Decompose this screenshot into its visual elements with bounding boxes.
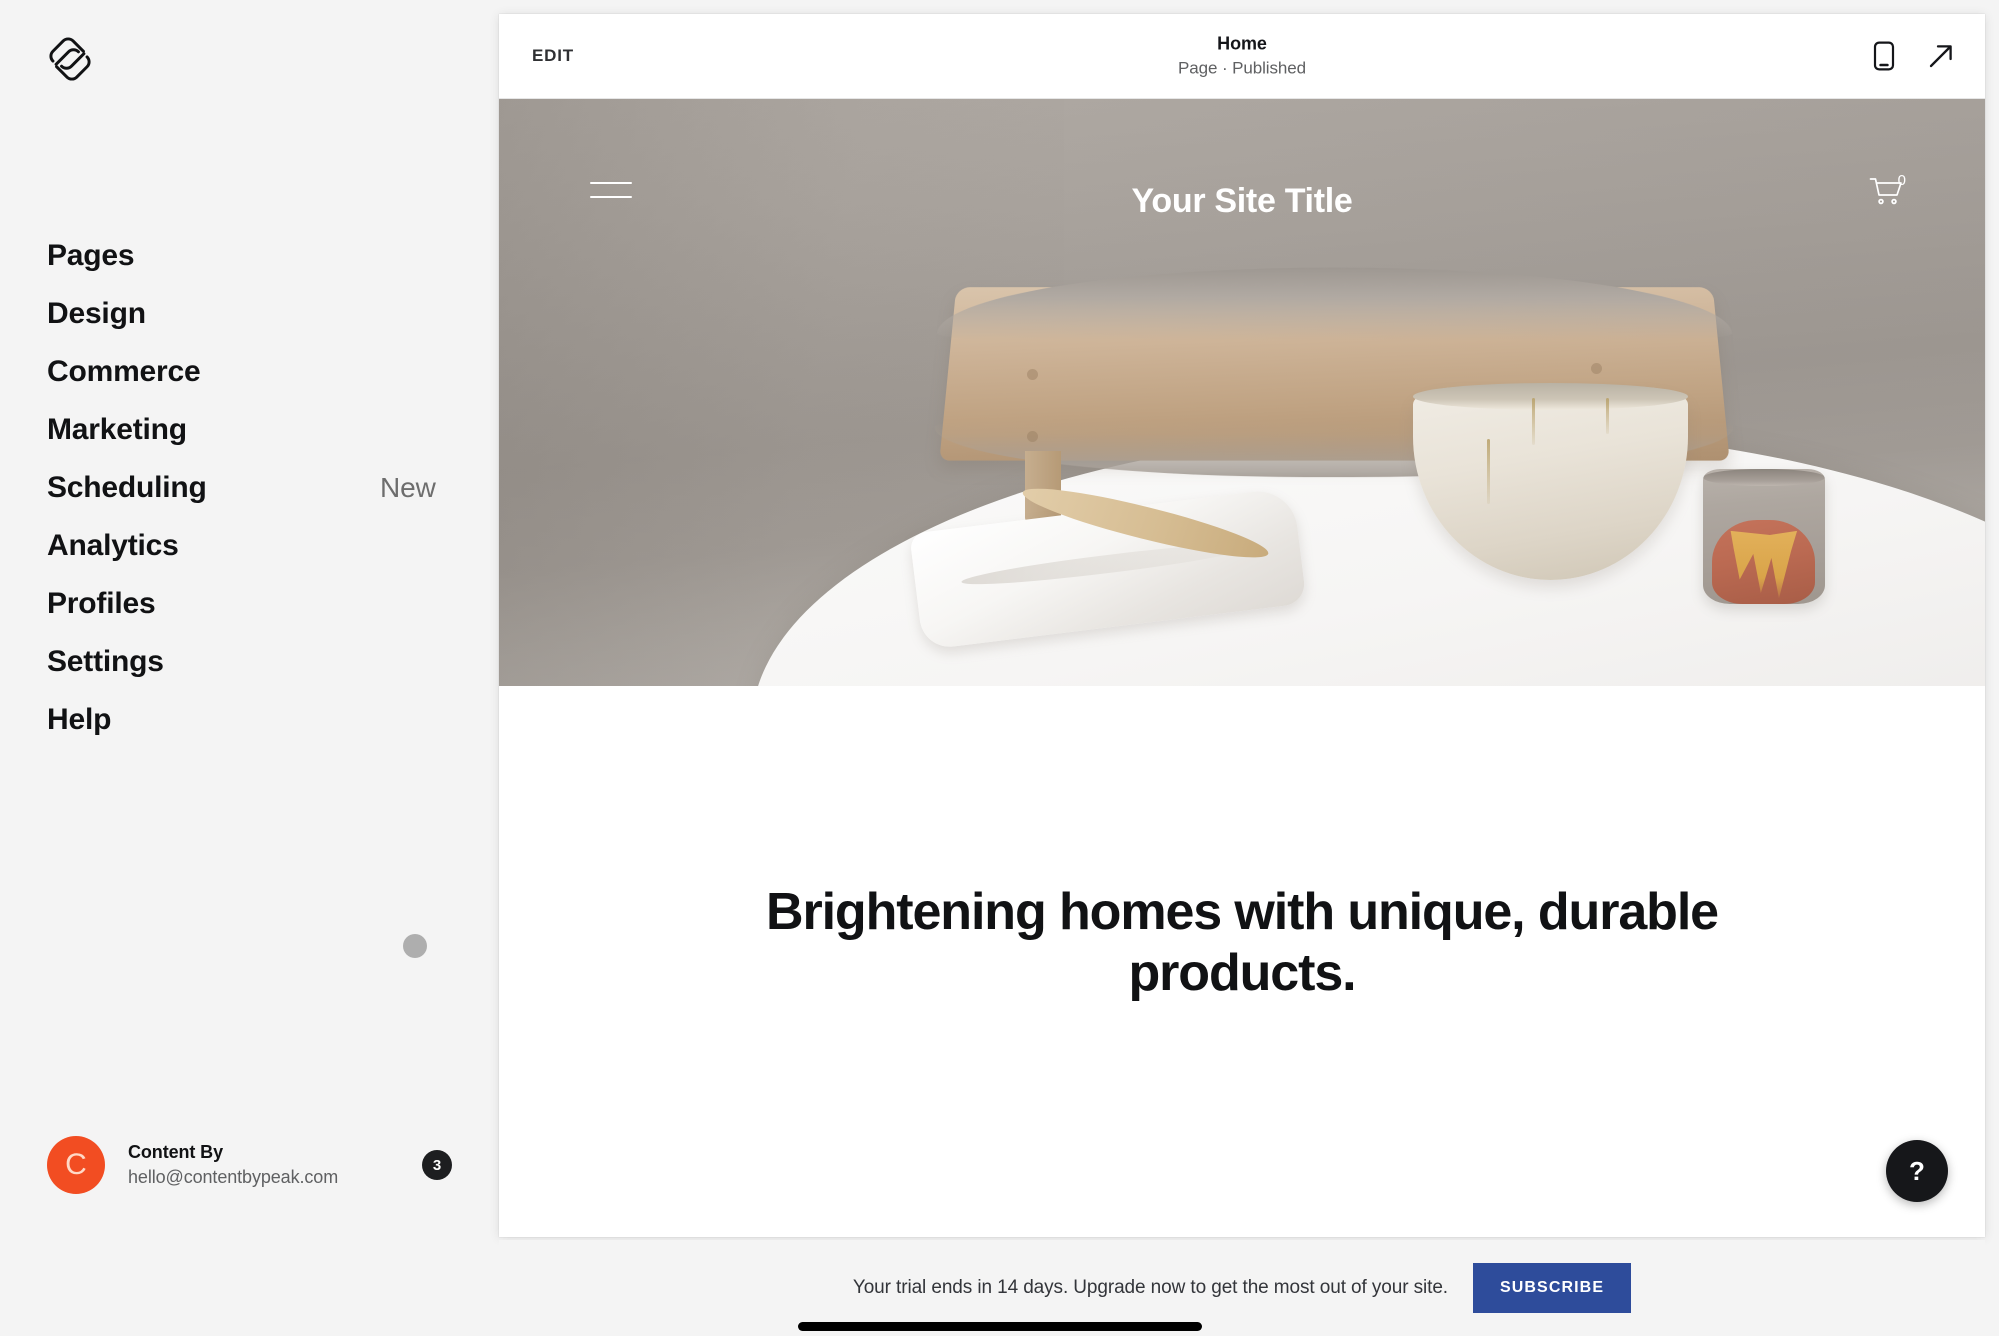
sidebar-item-label: Pages	[47, 239, 135, 272]
sidebar-item-label: Design	[47, 297, 146, 330]
hero-bowl-drip	[1606, 398, 1610, 434]
site-preview-panel: EDIT Home Page · Published Your Site Tit…	[499, 14, 1985, 1237]
sidebar-item-settings[interactable]: Settings	[47, 633, 467, 691]
page-status: Page · Published	[1178, 58, 1306, 78]
squarespace-dashboard: Pages Design Commerce Marketing Scheduli…	[0, 0, 1999, 1336]
sidebar-item-design[interactable]: Design	[47, 285, 467, 343]
site-title[interactable]: Your Site Title	[1132, 182, 1353, 221]
site-body-section: Brightening homes with unique, durable p…	[499, 686, 1985, 1237]
sidebar-item-scheduling[interactable]: Scheduling New	[47, 459, 467, 517]
cart-count: 0	[1897, 172, 1906, 189]
edit-button[interactable]: EDIT	[532, 46, 574, 66]
sidebar-item-label: Analytics	[47, 529, 179, 562]
sidebar: Pages Design Commerce Marketing Scheduli…	[0, 0, 499, 1336]
hero-chair-screw	[1026, 430, 1038, 442]
sidebar-nav: Pages Design Commerce Marketing Scheduli…	[47, 227, 467, 749]
avatar: C	[47, 1136, 105, 1194]
sidebar-item-analytics[interactable]: Analytics	[47, 517, 467, 575]
toolbar-actions	[1873, 41, 1955, 71]
account-text: Content By hello@contentbypeak.com	[128, 1142, 338, 1188]
hamburger-menu-icon[interactable]	[590, 182, 632, 202]
open-external-icon[interactable]	[1927, 42, 1955, 70]
sidebar-item-marketing[interactable]: Marketing	[47, 401, 467, 459]
sidebar-item-profiles[interactable]: Profiles	[47, 575, 467, 633]
hero-cup-object	[1702, 468, 1825, 604]
collapse-dot-icon[interactable]	[403, 934, 427, 958]
trial-message: Your trial ends in 14 days. Upgrade now …	[852, 1277, 1448, 1298]
squarespace-logo-icon[interactable]	[47, 36, 93, 82]
sidebar-item-label: Profiles	[47, 587, 156, 620]
sidebar-item-pages[interactable]: Pages	[47, 227, 467, 285]
preview-toolbar: EDIT Home Page · Published	[499, 14, 1985, 99]
site-header-nav: Your Site Title 0	[499, 99, 1985, 269]
hero-cup-rim	[1702, 468, 1825, 487]
account-email: hello@contentbypeak.com	[128, 1167, 339, 1187]
page-title: Home	[1217, 33, 1267, 54]
sidebar-item-help[interactable]: Help	[47, 691, 467, 749]
help-button[interactable]: ?	[1886, 1140, 1948, 1202]
subscribe-button[interactable]: SUBSCRIBE	[1472, 1263, 1632, 1313]
sidebar-item-label: Scheduling	[47, 471, 207, 504]
account-name: Content By	[128, 1142, 223, 1162]
shopping-cart-button[interactable]: 0	[1869, 172, 1906, 212]
hero-bowl-rim	[1412, 382, 1688, 410]
sidebar-item-new-badge: New	[380, 472, 436, 503]
sidebar-item-label: Help	[47, 703, 112, 736]
sidebar-item-commerce[interactable]: Commerce	[47, 343, 467, 401]
sidebar-item-label: Settings	[47, 645, 164, 678]
hamburger-bar	[590, 182, 632, 184]
site-headline: Brightening homes with unique, durable p…	[766, 883, 1719, 1003]
hero-bowl-drip	[1531, 398, 1535, 446]
hero-bowl-drip	[1487, 439, 1491, 505]
sidebar-item-label: Marketing	[47, 413, 187, 446]
page-meta[interactable]: Home Page · Published	[1178, 33, 1306, 80]
mobile-preview-icon[interactable]	[1873, 41, 1895, 71]
home-indicator[interactable]	[797, 1322, 1202, 1331]
trial-banner: Your trial ends in 14 days. Upgrade now …	[499, 1240, 1985, 1336]
hero-chair-screw	[1026, 369, 1038, 381]
account-row[interactable]: C Content By hello@contentbypeak.com 3	[47, 1133, 467, 1197]
hamburger-bar	[590, 196, 632, 198]
sidebar-item-label: Commerce	[47, 355, 201, 388]
site-hero-section: Your Site Title 0	[499, 99, 1985, 686]
notification-badge[interactable]: 3	[422, 1150, 452, 1180]
